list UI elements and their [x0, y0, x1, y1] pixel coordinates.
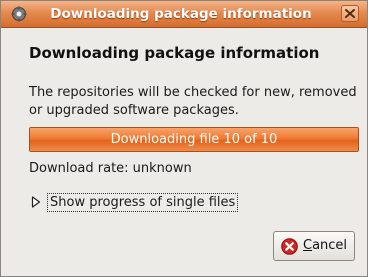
download-rate: Download rate: unknown — [29, 161, 192, 176]
dialog-description: The repositories will be checked for new… — [29, 85, 357, 118]
cancel-mnemonic: C — [303, 238, 313, 253]
package-manager-icon[interactable] — [11, 6, 27, 22]
dialog-heading: Downloading package information — [29, 44, 320, 62]
cancel-label-rest: ancel — [312, 238, 348, 253]
close-button[interactable] — [341, 5, 359, 22]
title-bar[interactable]: Downloading package information — [1, 1, 367, 28]
expander-label[interactable]: Show progress of single files — [47, 193, 239, 212]
cancel-button[interactable]: Cancel — [273, 231, 355, 261]
close-icon — [345, 9, 355, 18]
progress-text: Downloading file 10 of 10 — [110, 132, 278, 147]
cancel-icon — [281, 238, 298, 259]
dialog-window: Downloading package information Download… — [0, 0, 368, 277]
cancel-label: Cancel — [303, 238, 347, 253]
window-title: Downloading package information — [50, 6, 312, 22]
progress-bar: Downloading file 10 of 10 — [29, 127, 359, 152]
expander-arrow-icon[interactable] — [31, 196, 41, 212]
